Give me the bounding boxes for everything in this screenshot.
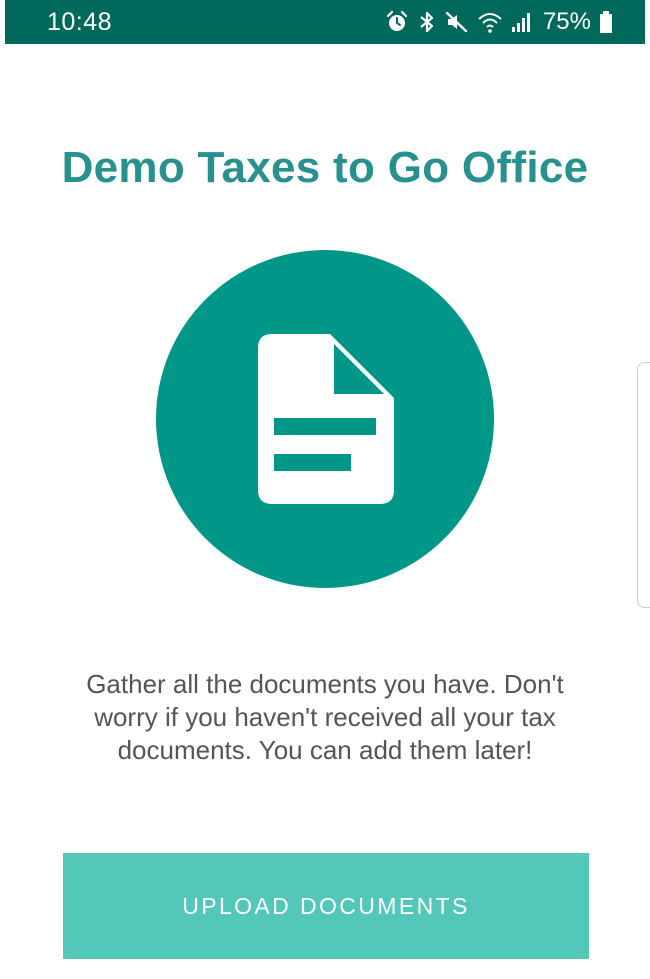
side-panel-handle[interactable] [637,362,650,608]
page-title: Demo Taxes to Go Office [61,143,589,192]
document-icon [258,334,394,504]
signal-icon [511,10,533,34]
mute-icon [445,10,469,34]
battery-icon [599,10,613,34]
status-icons: 75% [385,8,613,36]
hero-circle [156,250,494,588]
alarm-icon [385,10,409,34]
upload-documents-button[interactable]: UPLOAD DOCUMENTS [63,853,589,959]
bluetooth-icon [417,10,437,34]
wifi-icon [477,10,503,34]
status-bar: 10:48 75% [5,0,645,44]
battery-level: 75% [542,8,591,35]
status-time: 10:48 [47,7,113,36]
description-text: Gather all the documents you have. Don't… [86,669,564,765]
